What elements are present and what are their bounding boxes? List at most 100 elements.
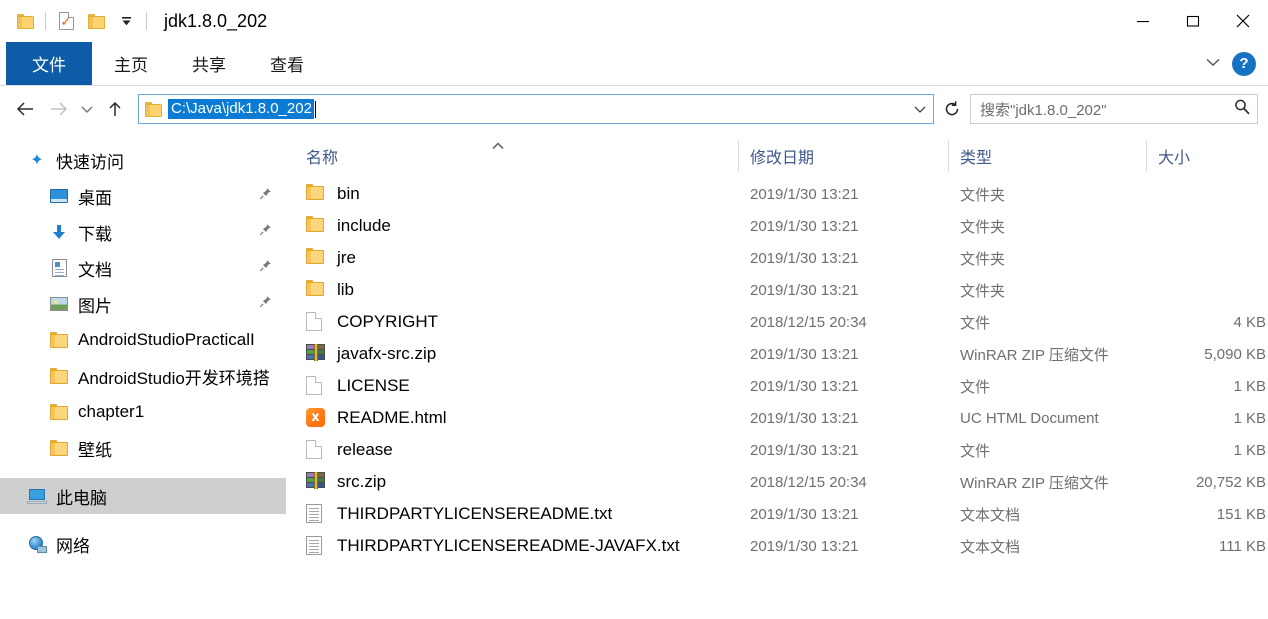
- file-date: 2019/1/30 13:21: [750, 185, 859, 203]
- column-header-label: 修改日期: [750, 150, 815, 167]
- tab-share[interactable]: 共享: [170, 42, 248, 85]
- folder-icon: [306, 248, 326, 268]
- column-header-name[interactable]: 名称: [286, 144, 738, 178]
- table-row[interactable]: x README.html 2019/1/30 13:21 UC HTML Do…: [286, 402, 1268, 434]
- table-row[interactable]: bin 2019/1/30 13:21 文件夹: [286, 178, 1268, 210]
- file-name-cell[interactable]: jre: [286, 248, 738, 268]
- sidebar-item-this-pc[interactable]: 此电脑: [0, 478, 286, 514]
- customize-dropdown-icon[interactable]: [111, 6, 141, 36]
- file-type: UC HTML Document: [960, 409, 1099, 427]
- close-button[interactable]: [1218, 0, 1268, 42]
- title-bar: ✓ jdk1.8.0_202: [0, 0, 1268, 42]
- new-folder-icon[interactable]: [81, 6, 111, 36]
- table-row[interactable]: THIRDPARTYLICENSEREADME-JAVAFX.txt 2019/…: [286, 530, 1268, 562]
- recent-locations-chevron-down-icon[interactable]: [76, 92, 98, 126]
- file-name-cell[interactable]: release: [286, 440, 738, 460]
- search-placeholder: 搜索"jdk1.8.0_202": [980, 101, 1107, 119]
- minimize-button[interactable]: [1118, 0, 1168, 42]
- file-name-cell[interactable]: include: [286, 216, 738, 236]
- column-header-type[interactable]: 类型: [948, 140, 1146, 178]
- sidebar-item-desktop[interactable]: 桌面: [0, 178, 286, 214]
- forward-button[interactable]: [42, 92, 76, 126]
- search-input[interactable]: 搜索"jdk1.8.0_202": [970, 94, 1258, 124]
- sidebar-item-label: 图片: [78, 296, 112, 316]
- sidebar-item-quick-access[interactable]: ✦ 快速访问: [0, 142, 286, 178]
- file-name-cell[interactable]: src.zip: [286, 472, 738, 492]
- tab-view[interactable]: 查看: [248, 42, 326, 85]
- sidebar-item-label: 壁纸: [78, 440, 112, 460]
- sidebar-item-label: 网络: [56, 536, 90, 556]
- folder-icon: [306, 280, 326, 300]
- sidebar-item-label: 下载: [78, 224, 112, 244]
- address-dropdown-chevron-down-icon[interactable]: [909, 95, 931, 123]
- column-header-size[interactable]: 大小: [1146, 140, 1266, 178]
- file-name-cell[interactable]: bin: [286, 184, 738, 204]
- file-size: 111 KB: [1219, 537, 1266, 555]
- pin-icon[interactable]: [259, 259, 272, 277]
- pin-icon[interactable]: [259, 295, 272, 313]
- sidebar-item-chapter1[interactable]: chapter1: [0, 394, 286, 430]
- file-size: 1 KB: [1233, 409, 1266, 427]
- address-bar: C:\Java\jdk1.8.0_202 搜索"jdk1.8.0_202": [0, 86, 1268, 132]
- folder-icon: [48, 368, 70, 384]
- column-divider[interactable]: [1146, 140, 1147, 172]
- file-type: 文件夹: [960, 186, 1006, 204]
- table-row[interactable]: src.zip 2018/12/15 20:34 WinRAR ZIP 压缩文件…: [286, 466, 1268, 498]
- properties-icon[interactable]: ✓: [51, 6, 81, 36]
- file-type: 文件: [960, 314, 991, 332]
- table-row[interactable]: include 2019/1/30 13:21 文件夹: [286, 210, 1268, 242]
- file-date: 2019/1/30 13:21: [750, 377, 859, 395]
- back-button[interactable]: [8, 92, 42, 126]
- sidebar-item-androidstudio-env[interactable]: AndroidStudio开发环境搭: [0, 358, 286, 394]
- sidebar-item-network[interactable]: 网络: [0, 526, 286, 562]
- navigation-pane: ✦ 快速访问 桌面 下载 文档 图片 AndroidStudioPractica…: [0, 132, 286, 619]
- table-row[interactable]: COPYRIGHT 2018/12/15 20:34 文件 4 KB: [286, 306, 1268, 338]
- address-input[interactable]: C:\Java\jdk1.8.0_202: [138, 94, 934, 124]
- file-name-cell[interactable]: THIRDPARTYLICENSEREADME.txt: [286, 504, 738, 524]
- table-row[interactable]: lib 2019/1/30 13:21 文件夹: [286, 274, 1268, 306]
- up-button[interactable]: [98, 92, 132, 126]
- system-menu-folder-icon[interactable]: [10, 6, 40, 36]
- table-row[interactable]: release 2019/1/30 13:21 文件 1 KB: [286, 434, 1268, 466]
- tab-home[interactable]: 主页: [92, 42, 170, 85]
- sidebar-item-documents[interactable]: 文档: [0, 250, 286, 286]
- table-row[interactable]: javafx-src.zip 2019/1/30 13:21 WinRAR ZI…: [286, 338, 1268, 370]
- file-date: 2019/1/30 13:21: [750, 409, 859, 427]
- file-date: 2018/12/15 20:34: [750, 313, 867, 331]
- sidebar-item-downloads[interactable]: 下载: [0, 214, 286, 250]
- expand-ribbon-chevron-down-icon[interactable]: [1204, 55, 1222, 73]
- file-name: COPYRIGHT: [337, 312, 439, 331]
- column-divider[interactable]: [948, 140, 949, 172]
- tab-file[interactable]: 文件: [6, 42, 92, 85]
- file-name-cell[interactable]: LICENSE: [286, 376, 738, 396]
- sidebar-item-wallpaper[interactable]: 壁纸: [0, 430, 286, 466]
- file-name-cell[interactable]: x README.html: [286, 408, 738, 428]
- file-type: 文件: [960, 442, 991, 460]
- sidebar-item-androidstudiopractical[interactable]: AndroidStudioPracticalI: [0, 322, 286, 358]
- pin-icon[interactable]: [259, 223, 272, 241]
- maximize-button[interactable]: [1168, 0, 1218, 42]
- sidebar-item-pictures[interactable]: 图片: [0, 286, 286, 322]
- file-type: 文本文档: [960, 538, 1021, 556]
- file-date: 2019/1/30 13:21: [750, 537, 859, 555]
- column-divider[interactable]: [738, 140, 739, 172]
- qat-divider: [45, 12, 46, 30]
- table-row[interactable]: LICENSE 2019/1/30 13:21 文件 1 KB: [286, 370, 1268, 402]
- column-header-date-modified[interactable]: 修改日期: [738, 140, 948, 178]
- file-name-cell[interactable]: THIRDPARTYLICENSEREADME-JAVAFX.txt: [286, 536, 738, 556]
- winrar-zip-icon: [306, 344, 326, 364]
- pin-icon[interactable]: [259, 187, 272, 205]
- table-row[interactable]: THIRDPARTYLICENSEREADME.txt 2019/1/30 13…: [286, 498, 1268, 530]
- file-type: 文件夹: [960, 218, 1006, 236]
- refresh-button[interactable]: [937, 94, 967, 124]
- explorer-body: ✦ 快速访问 桌面 下载 文档 图片 AndroidStudioPractica…: [0, 132, 1268, 619]
- search-icon[interactable]: [1233, 98, 1251, 121]
- file-name-cell[interactable]: COPYRIGHT: [286, 312, 738, 332]
- column-headers: 名称 修改日期 类型 大小: [286, 132, 1268, 178]
- pictures-icon: [48, 297, 70, 311]
- help-button[interactable]: ?: [1232, 51, 1256, 76]
- file-name-cell[interactable]: javafx-src.zip: [286, 344, 738, 364]
- file-name-cell[interactable]: lib: [286, 280, 738, 300]
- table-row[interactable]: jre 2019/1/30 13:21 文件夹: [286, 242, 1268, 274]
